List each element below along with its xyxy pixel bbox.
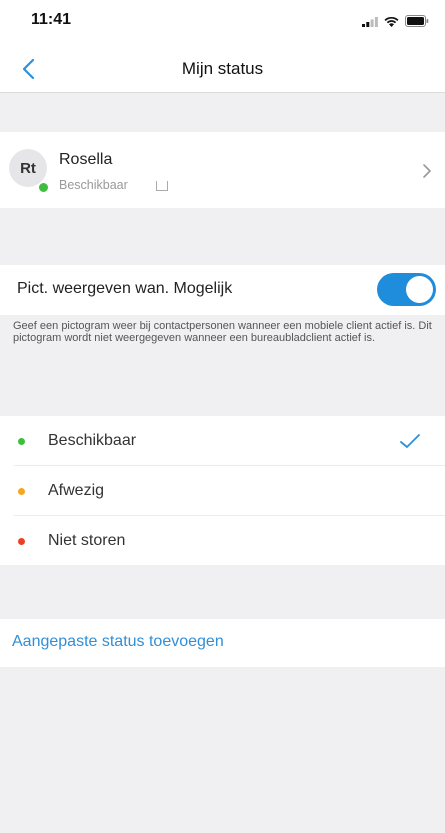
avatar-initials: Rt (20, 159, 36, 177)
pictogram-setting-description: Geef een pictogram weer bij contactperso… (13, 320, 432, 344)
mobile-client-icon (156, 181, 168, 191)
status-item-niet-storen[interactable]: Niet storen (0, 516, 445, 565)
navigation-bar: Mijn status (0, 44, 445, 93)
status-time: 11:41 (31, 11, 72, 28)
status-item-label: Niet storen (48, 532, 126, 549)
page-title: Mijn status (181, 59, 264, 78)
checkmark-icon (400, 434, 420, 448)
pictogram-toggle[interactable] (377, 273, 436, 306)
battery-icon (405, 15, 429, 27)
status-dot-green (18, 438, 25, 445)
signal-icon (362, 16, 378, 27)
presence-dot (38, 182, 49, 193)
profile-name: Rosella (59, 151, 113, 168)
status-item-label: Afwezig (48, 482, 105, 499)
status-item-label: Beschikbaar (48, 432, 137, 449)
profile-status: Beschikbaar (59, 178, 128, 192)
toggle-knob (406, 276, 433, 303)
status-bar: 11:41 (0, 0, 445, 44)
status-icons (362, 14, 429, 28)
status-item-beschikbaar[interactable]: Beschikbaar (0, 416, 445, 465)
pictogram-setting-label: Pict. weergeven wan. Mogelijk (17, 280, 233, 297)
profile-row[interactable] (0, 132, 445, 208)
status-list: Beschikbaar Afwezig Niet storen (0, 416, 445, 565)
wifi-icon (384, 16, 399, 27)
status-dot-red (18, 538, 25, 545)
custom-status-row[interactable]: Aangepaste status toevoegen (0, 619, 445, 667)
chevron-right-icon (423, 164, 431, 178)
status-item-afwezig[interactable]: Afwezig (0, 466, 445, 515)
status-dot-orange (18, 488, 25, 495)
add-custom-status-link[interactable]: Aangepaste status toevoegen (12, 633, 224, 651)
